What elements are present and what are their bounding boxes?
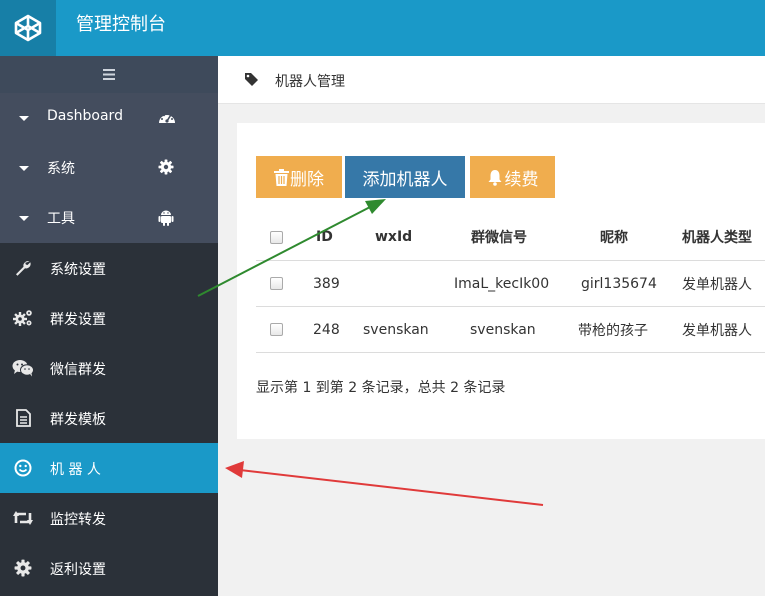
sidebar-item-wechat-mass[interactable]: 微信群发: [0, 343, 218, 393]
delete-label: 删除: [290, 169, 324, 189]
sidebar-item-label: 监控转发: [50, 512, 106, 528]
header-nickname[interactable]: 昵称: [600, 214, 628, 260]
sidebar-item-rebate-settings[interactable]: 返利设置: [0, 543, 218, 593]
sidebar-item-label: 返利设置: [50, 562, 106, 578]
delete-button[interactable]: 删除: [256, 156, 342, 198]
header-group-wechat[interactable]: 群微信号: [471, 214, 527, 260]
smile-icon: [12, 458, 34, 478]
bell-icon: [487, 169, 503, 186]
gears-icon: [12, 308, 34, 328]
sidebar-item-tools[interactable]: 工具: [0, 193, 218, 243]
sidebar-item-label: 工具: [47, 211, 75, 227]
select-all-checkbox-cell: [270, 214, 283, 260]
codepen-cube-icon: [13, 13, 43, 43]
cell-nickname: 带枪的孩子: [578, 322, 648, 339]
sidebar-toggle[interactable]: [0, 56, 218, 93]
table-header: ID wxId 群微信号 昵称 机器人类型: [256, 214, 765, 261]
row-checkbox-cell: [270, 307, 283, 352]
sidebar-top-menu: Dashboard 系统 工具: [0, 93, 218, 243]
select-all-checkbox[interactable]: [270, 230, 283, 244]
logo[interactable]: [0, 0, 56, 56]
top-bar: 管理控制台: [0, 0, 765, 56]
tag-icon: [244, 72, 259, 87]
row-checkbox[interactable]: [270, 323, 283, 336]
table-row: 248 svenskan svenskan 带枪的孩子 发单机器人: [256, 307, 765, 353]
sidebar-item-mass-template[interactable]: 群发模板: [0, 393, 218, 443]
add-robot-button[interactable]: 添加机器人: [345, 156, 465, 198]
sidebar-item-system[interactable]: 系统: [0, 143, 218, 193]
trash-icon: [274, 168, 289, 186]
app-title: 管理控制台: [76, 14, 166, 35]
dashboard-gauge-icon: [158, 109, 176, 127]
caret-down-icon: [19, 116, 29, 121]
cell-id: 389: [313, 275, 340, 292]
hamburger-icon: [103, 69, 115, 80]
retweet-icon: [12, 508, 34, 528]
breadcrumb: 机器人管理: [218, 56, 765, 104]
sidebar-item-label: 系统: [47, 161, 75, 177]
robot-table: ID wxId 群微信号 昵称 机器人类型 389 ImaL_kecIk00 g…: [256, 214, 765, 353]
sidebar-item-dashboard[interactable]: Dashboard: [0, 93, 218, 143]
renew-label: 续费: [504, 169, 539, 189]
sidebar-item-label: 群发模板: [50, 412, 106, 428]
sidebar-item-robot[interactable]: 机 器 人: [0, 443, 218, 493]
pagination-summary: 显示第 1 到第 2 条记录，总共 2 条记录: [256, 380, 506, 396]
document-icon: [12, 408, 34, 428]
caret-down-icon: [19, 216, 29, 221]
android-icon: [158, 209, 176, 227]
gear-icon: [12, 558, 34, 578]
sidebar-item-monitor-forward[interactable]: 监控转发: [0, 493, 218, 543]
cell-robot-type: 发单机器人: [682, 322, 752, 339]
wrench-icon: [12, 258, 34, 278]
cell-wxid: svenskan: [363, 321, 429, 338]
renew-button[interactable]: 续费: [470, 156, 555, 198]
header-wxid[interactable]: wxId: [375, 214, 412, 260]
row-checkbox-cell: [270, 261, 283, 306]
cell-nickname: girl135674: [581, 275, 657, 292]
sidebar-item-label: 微信群发: [50, 362, 106, 378]
cell-group-wechat: svenskan: [470, 321, 536, 338]
sidebar-item-system-settings[interactable]: 系统设置: [0, 243, 218, 293]
caret-down-icon: [19, 166, 29, 171]
sidebar: Dashboard 系统 工具 系统设置 群发设置 微信群发 群发模板 机 器 …: [0, 56, 218, 596]
red-arrow: [225, 461, 544, 506]
sidebar-item-label: 群发设置: [50, 312, 106, 328]
sidebar-item-mass-settings[interactable]: 群发设置: [0, 293, 218, 343]
table-row: 389 ImaL_kecIk00 girl135674 发单机器人: [256, 261, 765, 307]
sidebar-menu: 系统设置 群发设置 微信群发 群发模板 机 器 人 监控转发 返利设置: [0, 243, 218, 593]
header-id[interactable]: ID: [316, 214, 333, 260]
wechat-icon: [12, 358, 34, 378]
sidebar-item-label: 系统设置: [50, 262, 106, 278]
add-robot-label: 添加机器人: [362, 169, 448, 189]
cell-robot-type: 发单机器人: [682, 276, 752, 293]
sidebar-item-label: 机 器 人: [50, 462, 101, 478]
breadcrumb-text: 机器人管理: [275, 74, 345, 90]
gear-icon: [158, 159, 176, 177]
cell-group-wechat: ImaL_kecIk00: [454, 275, 550, 292]
sidebar-item-label: Dashboard: [47, 108, 123, 124]
row-checkbox[interactable]: [270, 277, 283, 290]
header-robot-type[interactable]: 机器人类型: [682, 214, 752, 260]
cell-id: 248: [313, 321, 340, 338]
